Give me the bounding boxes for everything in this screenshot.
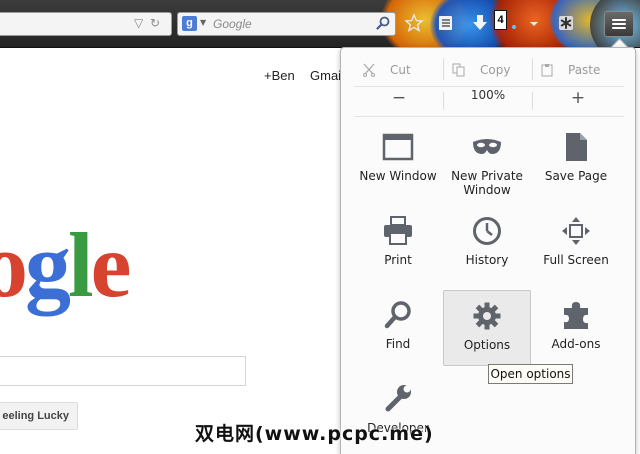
engine-dropdown-icon[interactable]: ▼ (200, 18, 206, 27)
full-screen-button[interactable]: Full Screen (532, 216, 620, 267)
print-button[interactable]: Print (354, 216, 442, 267)
google-plus-link[interactable]: +Ben (264, 68, 295, 83)
printer-icon (384, 216, 412, 245)
search-placeholder: Google (213, 17, 252, 31)
zoom-out-button[interactable]: − (354, 88, 444, 114)
new-window-label: New Window (359, 169, 437, 183)
feeling-lucky-button[interactable]: eeling Lucky (0, 402, 78, 430)
new-window-button[interactable]: New Window (354, 132, 442, 183)
options-tooltip: Open options (488, 364, 573, 384)
paste-button[interactable]: Paste (540, 55, 600, 85)
find-label: Find (385, 337, 411, 351)
scissors-icon (363, 63, 375, 77)
downloads-icon[interactable] (470, 13, 490, 33)
bookmarks-menu-icon[interactable] (436, 13, 456, 33)
url-bar[interactable]: ▽ ↻ (0, 12, 172, 36)
google-search-input[interactable] (0, 356, 246, 386)
copy-button[interactable]: Copy (452, 55, 510, 85)
zoom-in-button[interactable]: + (533, 88, 623, 114)
clipboard-icon (541, 64, 553, 77)
menu-divider (354, 86, 624, 87)
hamburger-menu-button[interactable] (604, 11, 634, 37)
google-logo: ogle (0, 214, 131, 316)
edit-divider (532, 58, 533, 80)
history-button[interactable]: History (443, 216, 531, 267)
cut-label: Cut (390, 63, 411, 77)
bookmark-star-dropdown-icon[interactable]: ▽ (134, 16, 143, 30)
page-icon (566, 133, 587, 161)
private-mask-icon (473, 139, 501, 154)
google-engine-icon[interactable]: g (182, 16, 197, 31)
copy-label: Copy (480, 63, 511, 77)
cut-button[interactable]: Cut (362, 55, 411, 85)
fullscreen-icon (562, 217, 590, 245)
menu-divider (354, 116, 624, 117)
downloads-count-badge: 4 (494, 10, 507, 30)
reload-icon[interactable]: ↻ (150, 16, 160, 30)
zoom-reset-button[interactable]: 100% (444, 88, 532, 114)
save-page-label: Save Page (544, 169, 608, 183)
copy-icon (452, 63, 465, 77)
window-icon (382, 133, 414, 161)
print-label: Print (384, 253, 412, 267)
add-ons-label: Add-ons (551, 337, 601, 351)
browser-toolbar: ▽ ↻ g ▼ Google 4 (0, 0, 640, 48)
dropdown-arrow-icon[interactable] (524, 13, 544, 33)
find-button[interactable]: Find (354, 300, 442, 351)
search-go-icon[interactable] (375, 15, 391, 31)
clock-icon (473, 217, 501, 245)
edit-divider (443, 58, 444, 80)
search-bar[interactable]: g ▼ Google (177, 12, 396, 36)
history-label: History (465, 253, 509, 267)
full-screen-label: Full Screen (543, 253, 609, 267)
bookmark-star-icon[interactable] (404, 13, 424, 33)
paste-label: Paste (568, 63, 601, 77)
magnifier-icon (384, 301, 411, 329)
new-private-window-label: New Private Window (451, 169, 523, 197)
gmail-link[interactable]: Gmai (310, 68, 341, 83)
site-watermark: 双电网(www.pcpc.me) (195, 423, 434, 445)
wrench-icon (385, 385, 411, 412)
puzzle-icon (564, 302, 588, 329)
new-private-window-button[interactable]: New Private Window (443, 132, 531, 197)
options-label: Options (463, 338, 511, 352)
options-button[interactable]: Options (443, 290, 531, 366)
save-page-button[interactable]: Save Page (532, 132, 620, 183)
gear-icon (473, 302, 501, 330)
addon-asterisk-icon[interactable] (556, 13, 576, 33)
add-ons-button[interactable]: Add-ons (532, 300, 620, 351)
